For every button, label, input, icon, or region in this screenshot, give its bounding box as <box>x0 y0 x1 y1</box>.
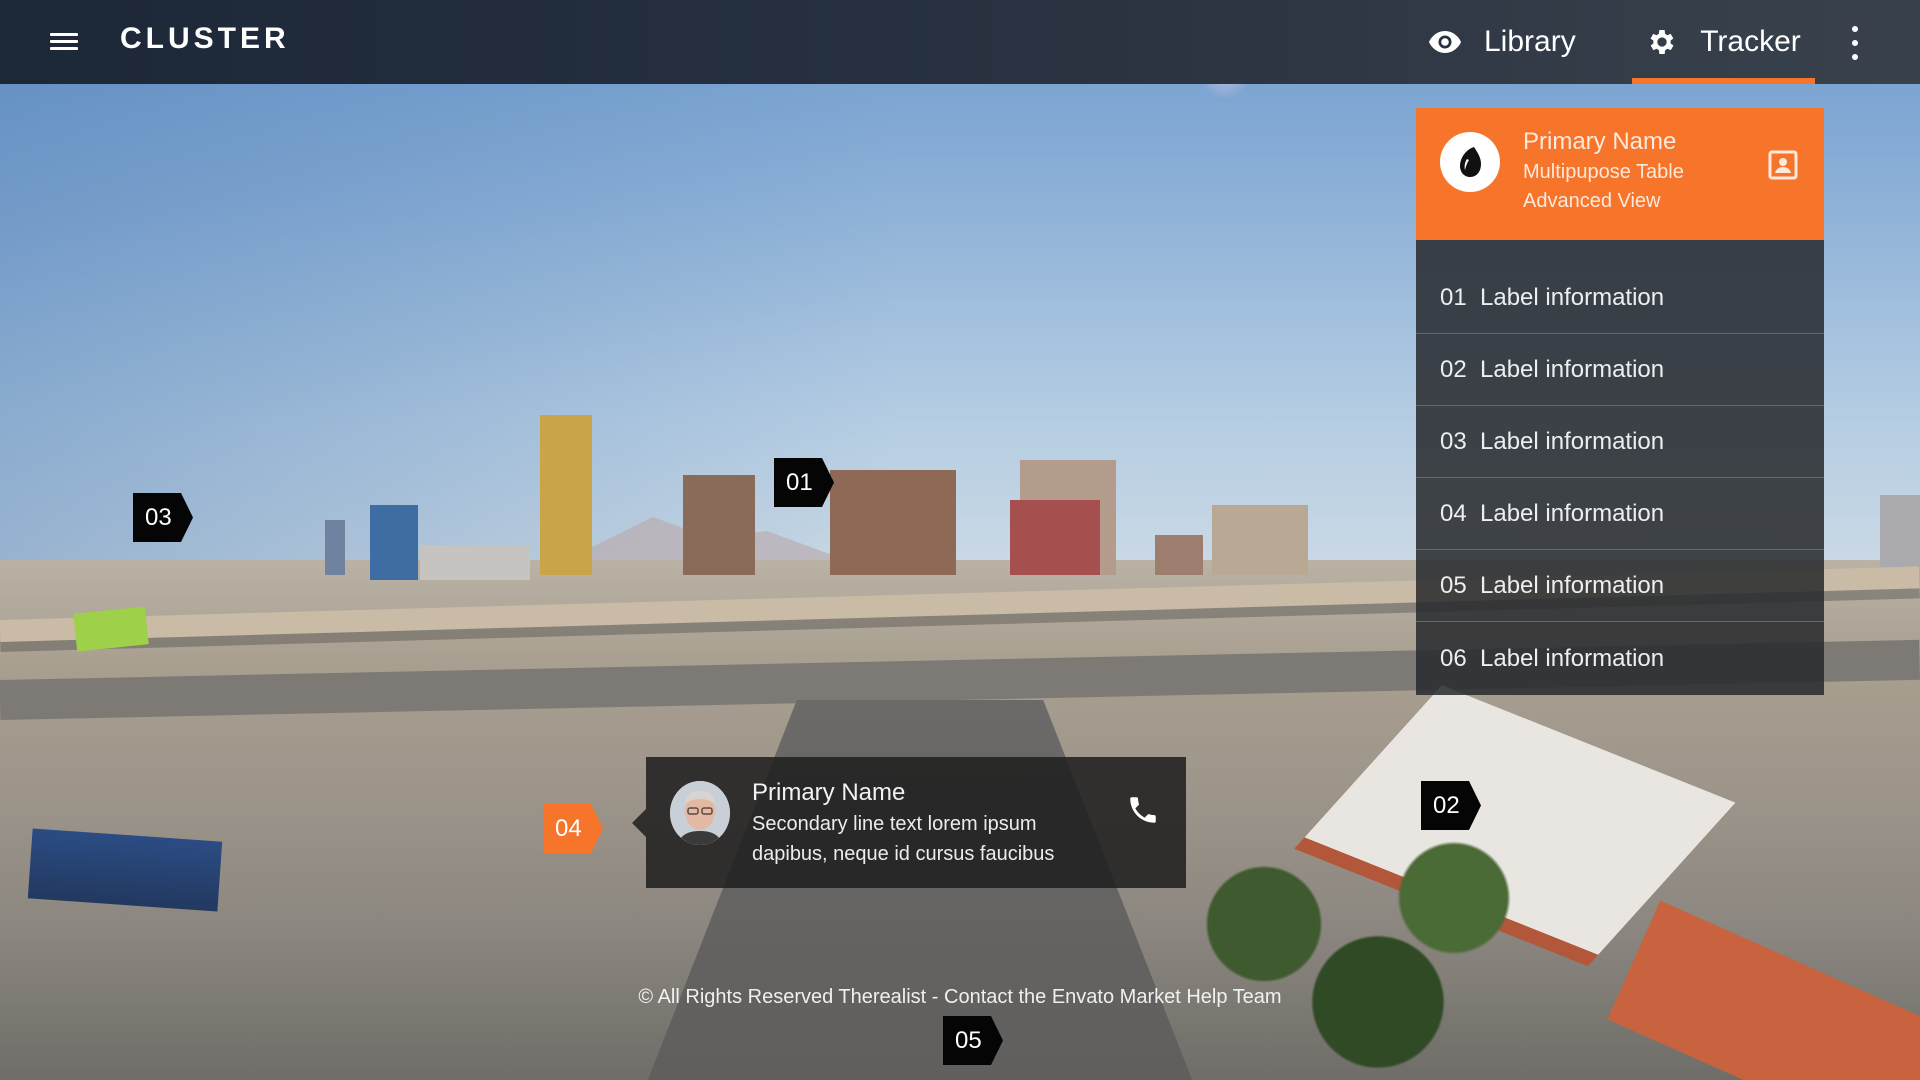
panel-card-subtitle: Multipupose Table <box>1523 161 1684 183</box>
map-marker-03[interactable]: 03 <box>133 493 193 542</box>
list-item-number: 05 <box>1440 571 1467 599</box>
avatar <box>670 781 730 845</box>
panel-card-text: Primary Name Multipupose Table Advanced … <box>1523 126 1684 216</box>
building <box>1155 535 1203 575</box>
active-tab-indicator <box>1632 78 1815 84</box>
panel-card-subtitle: Advanced View <box>1523 190 1661 212</box>
menu-icon-bar <box>50 33 78 36</box>
top-app-bar: CLUSTER Library Tracker <box>0 0 1920 84</box>
list-item[interactable]: 03 Label information <box>1416 406 1824 478</box>
list-item[interactable]: 05 Label information <box>1416 550 1824 622</box>
nav-tab-tracker[interactable]: Tracker <box>1632 0 1815 84</box>
list-item-number: 04 <box>1440 499 1467 527</box>
nav-tab-library[interactable]: Library <box>1428 0 1576 84</box>
contact-secondary-text: Secondary line text lorem ipsum <box>752 813 1037 835</box>
building <box>540 415 592 575</box>
tracker-panel: Primary Name Multipupose Table Advanced … <box>1416 108 1824 695</box>
building <box>1212 505 1308 575</box>
building <box>420 545 530 580</box>
list-item-label: Label information <box>1480 427 1665 455</box>
map-marker-05[interactable]: 05 <box>943 1016 1003 1065</box>
more-options-button[interactable] <box>1845 26 1865 60</box>
building <box>1010 500 1100 575</box>
envato-leaf-icon <box>1440 132 1500 192</box>
list-item-label: Label information <box>1480 283 1665 311</box>
contact-text: Primary Name Secondary line text lorem i… <box>752 777 1054 869</box>
list-item-label: Label information <box>1480 644 1665 672</box>
menu-icon-bar <box>50 40 78 43</box>
more-vert-icon-dot <box>1852 26 1858 32</box>
nav-tab-label: Library <box>1484 25 1576 58</box>
list-item-number: 06 <box>1440 644 1467 672</box>
panel-card-title: Primary Name <box>1523 128 1677 155</box>
label-list: 01 Label information 02 Label informatio… <box>1416 240 1824 695</box>
list-item-number: 03 <box>1440 427 1467 455</box>
map-marker-01[interactable]: 01 <box>774 458 834 507</box>
list-item[interactable]: 01 Label information <box>1416 262 1824 334</box>
building <box>325 520 345 575</box>
contact-popup: Primary Name Secondary line text lorem i… <box>632 757 1186 888</box>
eye-icon <box>1428 30 1462 54</box>
billboard <box>73 606 149 652</box>
nav-tab-label: Tracker <box>1700 25 1801 58</box>
map-marker-04-active[interactable]: 04 <box>543 804 603 853</box>
list-item[interactable]: 04 Label information <box>1416 478 1824 550</box>
list-item-label: Label information <box>1480 355 1665 383</box>
map-marker-02[interactable]: 02 <box>1421 781 1481 830</box>
list-item-number: 01 <box>1440 283 1467 311</box>
panel-header-card[interactable]: Primary Name Multipupose Table Advanced … <box>1416 108 1824 240</box>
building <box>370 505 418 580</box>
building <box>683 475 755 575</box>
billboard <box>27 828 223 912</box>
contact-card-icon[interactable] <box>1768 150 1798 180</box>
more-vert-icon-dot <box>1852 40 1858 46</box>
list-item[interactable]: 02 Label information <box>1416 334 1824 406</box>
hamburger-menu-button[interactable] <box>50 30 80 54</box>
phone-icon[interactable] <box>1126 793 1160 827</box>
contact-name: Primary Name <box>752 779 906 806</box>
list-item-label: Label information <box>1480 571 1665 599</box>
list-item[interactable]: 06 Label information <box>1416 622 1824 695</box>
more-vert-icon-dot <box>1852 54 1858 60</box>
building <box>1880 495 1920 575</box>
trees <box>1150 820 1530 1080</box>
contact-secondary-text: dapibus, neque id cursus faucibus <box>752 843 1055 865</box>
gear-icon <box>1646 26 1678 58</box>
footer-copyright: © All Rights Reserved Therealist - Conta… <box>638 986 1282 1008</box>
list-item-number: 02 <box>1440 355 1467 383</box>
building <box>830 470 956 575</box>
list-item-label: Label information <box>1480 499 1665 527</box>
app-logo: CLUSTER <box>120 22 290 55</box>
menu-icon-bar <box>50 47 78 50</box>
